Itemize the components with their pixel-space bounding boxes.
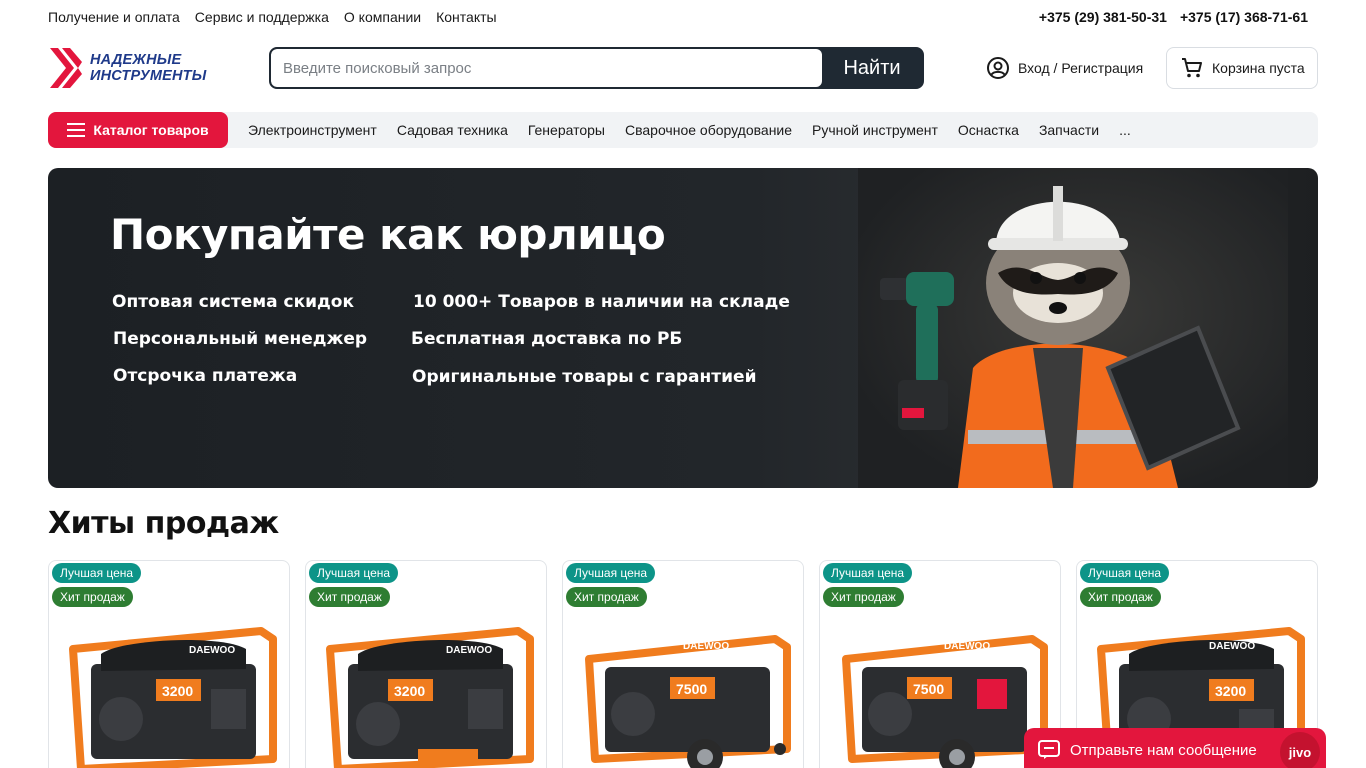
menu-icon <box>67 123 86 137</box>
banner-feature: Отсрочка платежа <box>113 366 298 386</box>
brand-label: DAEWOO <box>683 641 729 652</box>
user-icon <box>987 57 1009 79</box>
best-price-badge: Лучшая цена <box>823 563 913 583</box>
link-contacts[interactable]: Контакты <box>436 9 496 25</box>
generator-image: DAEWOO 3200 <box>69 627 277 768</box>
nav-item-more[interactable]: ... <box>1119 122 1131 138</box>
top-bar: Получение и оплата Сервис и поддержка О … <box>48 0 1318 34</box>
category-nav: Каталог товаров Электроинструмент Садова… <box>48 112 1318 148</box>
banner-feature: 10 000+ Товаров в наличии на складе <box>413 292 790 312</box>
nav-item-garden[interactable]: Садовая техника <box>397 122 508 138</box>
phone-mobile[interactable]: +375 (29) 381-50-31 <box>1039 9 1167 25</box>
link-service-support[interactable]: Сервис и поддержка <box>195 9 329 25</box>
product-card[interactable]: Лучшая цена Хит продаж DAEWOO 3200 <box>305 560 547 768</box>
product-card[interactable]: Лучшая цена Хит продаж DAEWOO 7500 <box>562 560 804 768</box>
nav-item-parts[interactable]: Запчасти <box>1039 122 1099 138</box>
raccoon-mascot-image <box>858 168 1288 488</box>
promo-banner[interactable]: Покупайте как юрлицо Оптовая система ски… <box>48 168 1318 488</box>
banner-feature: Бесплатная доставка по РБ <box>411 329 683 349</box>
section-title: Хиты продаж <box>48 506 279 541</box>
best-price-badge: Лучшая цена <box>566 563 656 583</box>
cart-button[interactable]: Корзина пуста <box>1166 47 1318 89</box>
banner-feature: Оптовая система скидок <box>112 292 355 312</box>
search-button[interactable]: Найти <box>822 49 922 87</box>
brand-label: DAEWOO <box>189 645 235 656</box>
phone-landline[interactable]: +375 (17) 368-71-61 <box>1180 9 1308 25</box>
brand-label: DAEWOO <box>1209 641 1255 652</box>
login-link[interactable]: Вход / Регистрация <box>986 54 1143 82</box>
power-label: 7500 <box>676 681 707 697</box>
cart-label: Корзина пуста <box>1212 60 1305 76</box>
power-label: 3200 <box>1215 683 1246 699</box>
bestseller-badge: Хит продаж <box>52 587 133 607</box>
power-label: 3200 <box>394 683 425 699</box>
nav-items: Электроинструмент Садовая техника Генера… <box>248 122 1131 138</box>
logo-line-1: НАДЕЖНЫЕ <box>90 52 182 68</box>
power-label: 3200 <box>162 683 193 699</box>
nav-item-generators[interactable]: Генераторы <box>528 122 605 138</box>
logo-line-2: ИНСТРУМЕНТЫ <box>90 68 207 84</box>
banner-title: Покупайте как юрлицо <box>110 210 666 259</box>
bestseller-badge: Хит продаж <box>823 587 904 607</box>
link-delivery-payment[interactable]: Получение и оплата <box>48 9 180 25</box>
best-price-badge: Лучшая цена <box>1080 563 1170 583</box>
cart-icon <box>1182 58 1202 78</box>
nav-item-accessories[interactable]: Оснастка <box>958 122 1019 138</box>
brand-label: DAEWOO <box>446 645 492 656</box>
phones: +375 (29) 381-50-31 +375 (17) 368-71-61 <box>1039 9 1318 25</box>
bestseller-badge: Хит продаж <box>309 587 390 607</box>
search-input[interactable] <box>271 49 822 87</box>
logo-mark-icon <box>50 48 82 88</box>
product-card[interactable]: Лучшая цена Хит продаж DAEWOO 3200 <box>48 560 290 768</box>
catalog-label: Каталог товаров <box>93 122 209 138</box>
banner-feature: Оригинальные товары с гарантией <box>412 367 757 387</box>
logo-text: НАДЕЖНЫЕ ИНСТРУМЕНТЫ <box>90 52 206 84</box>
chat-widget[interactable]: Отправьте нам сообщение jivo <box>1024 728 1326 768</box>
brand-label: DAEWOO <box>944 641 990 652</box>
best-price-badge: Лучшая цена <box>309 563 399 583</box>
search-form: Найти <box>269 47 924 89</box>
jivo-logo: jivo <box>1280 732 1320 768</box>
generator-image: DAEWOO 7500 <box>585 635 791 768</box>
link-about[interactable]: О компании <box>344 9 421 25</box>
power-label: 7500 <box>913 681 944 697</box>
generator-image: DAEWOO 7500 <box>842 635 1048 768</box>
bestseller-badge: Хит продаж <box>1080 587 1161 607</box>
nav-item-hand-tools[interactable]: Ручной инструмент <box>812 122 938 138</box>
login-label: Вход / Регистрация <box>1018 60 1144 76</box>
logo[interactable]: НАДЕЖНЫЕ ИНСТРУМЕНТЫ <box>48 44 213 92</box>
bestseller-badge: Хит продаж <box>566 587 647 607</box>
generator-image: DAEWOO 3200 <box>326 627 534 768</box>
banner-feature: Персональный менеджер <box>113 329 368 349</box>
nav-item-welding[interactable]: Сварочное оборудование <box>625 122 792 138</box>
catalog-button[interactable]: Каталог товаров <box>48 112 228 148</box>
nav-item-power-tools[interactable]: Электроинструмент <box>248 122 377 138</box>
chat-label: Отправьте нам сообщение <box>1070 741 1257 759</box>
best-price-badge: Лучшая цена <box>52 563 142 583</box>
chat-icon <box>1038 740 1060 759</box>
top-links: Получение и оплата Сервис и поддержка О … <box>48 9 497 25</box>
